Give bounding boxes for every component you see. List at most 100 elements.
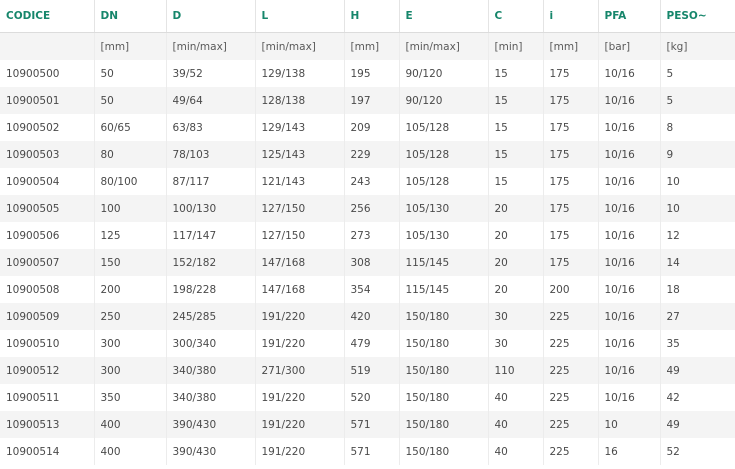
cell-l: 147/168 — [254, 249, 344, 276]
cell-i: 175 — [542, 222, 598, 249]
cell-h: 256 — [343, 195, 399, 222]
cell-peso: 35 — [659, 330, 735, 357]
unit-cell: [kg] — [659, 32, 735, 60]
cell-pfa: 10/16 — [597, 330, 660, 357]
cell-e: 150/180 — [398, 411, 488, 438]
cell-peso: 9 — [659, 141, 735, 168]
cell-peso: 10 — [659, 168, 735, 195]
units-row: [mm] [min/max] [min/max] [mm] [min/max] … — [0, 32, 735, 60]
cell-peso: 52 — [659, 438, 735, 465]
cell-h: 229 — [343, 141, 399, 168]
cell-d: 100/130 — [165, 195, 255, 222]
cell-c: 20 — [487, 222, 543, 249]
unit-cell: [mm] — [542, 32, 598, 60]
column-header-e: E — [398, 0, 488, 33]
cell-pfa: 10/16 — [597, 60, 660, 87]
cell-pfa: 10/16 — [597, 141, 660, 168]
cell-codice: 10900506 — [6, 229, 60, 242]
cell-i: 225 — [542, 357, 598, 384]
cell-codice: 10900507 — [6, 256, 60, 269]
column-header-l: L — [254, 0, 344, 33]
cell-peso: 49 — [659, 357, 735, 384]
cell-i: 175 — [542, 168, 598, 195]
cell-codice: 10900514 — [6, 445, 60, 458]
table-row: 10900513 400 390/430 191/220 571 150/180 40 225… — [0, 411, 735, 438]
cell-codice: 10900513 — [6, 418, 60, 431]
table-row: 10900507 150 152/182 147/168 308 115/145 20 175… — [0, 249, 735, 276]
cell-d: 340/380 — [165, 357, 255, 384]
table-row: 10900500 50 39/52 129/138 195 90/120 15 175 10/1… — [0, 60, 735, 87]
cell-l: 191/220 — [254, 303, 344, 330]
unit-cell: [bar] — [597, 32, 660, 60]
cell-pfa: 10/16 — [597, 303, 660, 330]
cell-d: 78/103 — [165, 141, 255, 168]
cell-d: 87/117 — [165, 168, 255, 195]
cell-h: 519 — [343, 357, 399, 384]
column-header-i: i — [542, 0, 598, 33]
cell-d: 300/340 — [165, 330, 255, 357]
cell-dn: 400 — [93, 438, 166, 465]
cell-c: 40 — [487, 411, 543, 438]
table-row: 10900509 250 245/285 191/220 420 150/180 30 225… — [0, 303, 735, 330]
cell-i: 200 — [542, 276, 598, 303]
cell-codice: 10900505 — [6, 202, 60, 215]
cell-dn: 125 — [93, 222, 166, 249]
cell-c: 15 — [487, 87, 543, 114]
cell-pfa: 10 — [597, 411, 660, 438]
cell-h: 520 — [343, 384, 399, 411]
cell-e: 150/180 — [398, 303, 488, 330]
cell-e: 105/130 — [398, 195, 488, 222]
cell-pfa: 10/16 — [597, 222, 660, 249]
table-row: 10900508 200 198/228 147/168 354 115/145 20 200… — [0, 276, 735, 303]
cell-i: 225 — [542, 303, 598, 330]
cell-h: 571 — [343, 411, 399, 438]
unit-cell: [min] — [487, 32, 543, 60]
column-header-c: C — [487, 0, 543, 33]
cell-peso: 14 — [659, 249, 735, 276]
column-header-dn: DN — [93, 0, 166, 33]
cell-d: 245/285 — [165, 303, 255, 330]
cell-pfa: 10/16 — [597, 357, 660, 384]
cell-e: 115/145 — [398, 249, 488, 276]
cell-e: 150/180 — [398, 330, 488, 357]
cell-h: 571 — [343, 438, 399, 465]
cell-e: 90/120 — [398, 60, 488, 87]
cell-c: 20 — [487, 276, 543, 303]
cell-dn: 60/65 — [93, 114, 166, 141]
cell-c: 15 — [487, 114, 543, 141]
cell-pfa: 10/16 — [597, 276, 660, 303]
cell-dn: 80 — [93, 141, 166, 168]
cell-dn: 400 — [93, 411, 166, 438]
cell-peso: 5 — [659, 60, 735, 87]
cell-h: 209 — [343, 114, 399, 141]
product-spec-table: CODICE DN D L H E C i PFA PESO~ [mm] [mi… — [0, 0, 735, 465]
cell-pfa: 16 — [597, 438, 660, 465]
cell-d: 49/64 — [165, 87, 255, 114]
cell-l: 127/150 — [254, 222, 344, 249]
unit-cell: [min/max] — [254, 32, 344, 60]
cell-peso: 18 — [659, 276, 735, 303]
cell-pfa: 10/16 — [597, 87, 660, 114]
cell-i: 225 — [542, 411, 598, 438]
cell-peso: 5 — [659, 87, 735, 114]
column-header-peso: PESO~ — [659, 0, 735, 33]
cell-pfa: 10/16 — [597, 249, 660, 276]
cell-l: 129/143 — [254, 114, 344, 141]
cell-c: 20 — [487, 195, 543, 222]
cell-peso: 27 — [659, 303, 735, 330]
cell-c: 40 — [487, 384, 543, 411]
cell-c: 30 — [487, 330, 543, 357]
cell-dn: 200 — [93, 276, 166, 303]
cell-i: 175 — [542, 141, 598, 168]
cell-c: 30 — [487, 303, 543, 330]
cell-d: 152/182 — [165, 249, 255, 276]
cell-d: 39/52 — [165, 60, 255, 87]
table-row: 10900505 100 100/130 127/150 256 105/130 20 175… — [0, 195, 735, 222]
cell-i: 175 — [542, 60, 598, 87]
cell-i: 175 — [542, 114, 598, 141]
cell-h: 195 — [343, 60, 399, 87]
cell-codice: 10900503 — [6, 148, 60, 161]
cell-d: 340/380 — [165, 384, 255, 411]
table-row: 10900503 80 78/103 125/143 229 105/128 15 175 10… — [0, 141, 735, 168]
cell-codice: 10900509 — [6, 310, 60, 323]
